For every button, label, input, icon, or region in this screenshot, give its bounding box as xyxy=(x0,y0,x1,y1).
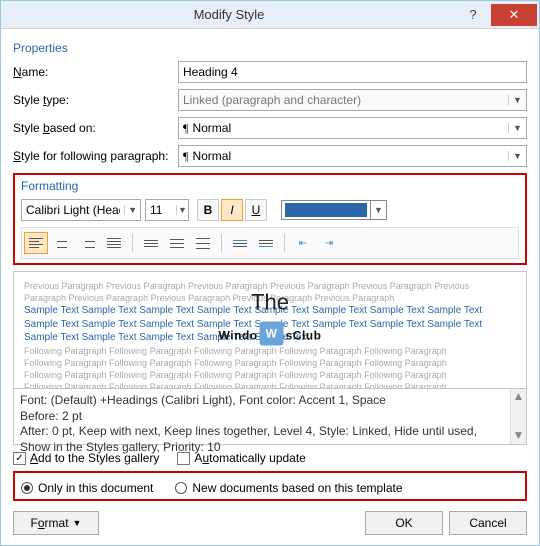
basedon-combo[interactable]: ¶Normal ▼ xyxy=(178,117,527,139)
spacing-2-button[interactable] xyxy=(191,232,215,254)
modify-style-dialog: Modify Style ? ✕ Properties Name: Style … xyxy=(0,0,540,546)
chevron-down-icon[interactable]: ▼ xyxy=(124,205,140,215)
dialog-title: Modify Style xyxy=(1,7,457,22)
ok-button[interactable]: OK xyxy=(365,511,443,535)
indent-increase-button[interactable]: ⇥ xyxy=(317,232,341,254)
paragraph-toolbar: ⇤ ⇥ xyxy=(21,227,519,259)
scrollbar[interactable]: ▲▼ xyxy=(510,389,526,444)
preview-pane: Previous Paragraph Previous Paragraph Pr… xyxy=(13,271,527,389)
formatting-heading: Formatting xyxy=(21,179,519,193)
font-combo[interactable]: ▼ xyxy=(21,199,141,221)
size-input[interactable] xyxy=(146,203,176,217)
basedon-label: Style based on: xyxy=(13,121,178,135)
underline-button[interactable]: U xyxy=(245,199,267,221)
name-label: Name: xyxy=(13,65,178,79)
styletype-combo: Linked (paragraph and character) ▼ xyxy=(178,89,527,111)
color-swatch xyxy=(285,203,367,217)
bold-button[interactable]: B xyxy=(197,199,219,221)
following-label: Style for following paragraph: xyxy=(13,149,178,163)
format-button[interactable]: Format▼ xyxy=(13,511,99,535)
titlebar: Modify Style ? ✕ xyxy=(1,1,539,29)
new-documents-template-radio[interactable]: New documents based on this template xyxy=(175,481,402,495)
space-before-dec-button[interactable] xyxy=(254,232,278,254)
properties-heading: Properties xyxy=(13,41,527,55)
scope-highlight: Only in this document New documents base… xyxy=(13,471,527,501)
chevron-down-icon: ▼ xyxy=(508,95,526,105)
formatting-highlight: Formatting ▼ ▼ B I U ▼ xyxy=(13,173,527,265)
spacing-1-5-button[interactable] xyxy=(165,232,189,254)
align-center-button[interactable] xyxy=(50,232,74,254)
chevron-down-icon[interactable]: ▼ xyxy=(371,200,387,220)
chevron-down-icon[interactable]: ▼ xyxy=(176,205,188,215)
spacing-1-button[interactable] xyxy=(139,232,163,254)
align-right-button[interactable] xyxy=(76,232,100,254)
space-before-inc-button[interactable] xyxy=(228,232,252,254)
cancel-button[interactable]: Cancel xyxy=(449,511,527,535)
close-button[interactable]: ✕ xyxy=(491,4,537,26)
only-this-document-radio[interactable]: Only in this document xyxy=(21,481,153,495)
font-input[interactable] xyxy=(22,203,124,217)
styletype-label: Style type: xyxy=(13,93,178,107)
style-description: Font: (Default) +Headings (Calibri Light… xyxy=(13,389,527,445)
chevron-down-icon[interactable]: ▼ xyxy=(508,151,526,161)
align-justify-button[interactable] xyxy=(102,232,126,254)
italic-button[interactable]: I xyxy=(221,199,243,221)
align-left-button[interactable] xyxy=(24,232,48,254)
help-button[interactable]: ? xyxy=(457,4,489,26)
indent-decrease-button[interactable]: ⇤ xyxy=(291,232,315,254)
font-color-combo[interactable]: ▼ xyxy=(281,200,387,220)
following-combo[interactable]: ¶Normal ▼ xyxy=(178,145,527,167)
name-input[interactable] xyxy=(178,61,527,83)
size-combo[interactable]: ▼ xyxy=(145,199,189,221)
chevron-down-icon[interactable]: ▼ xyxy=(508,123,526,133)
